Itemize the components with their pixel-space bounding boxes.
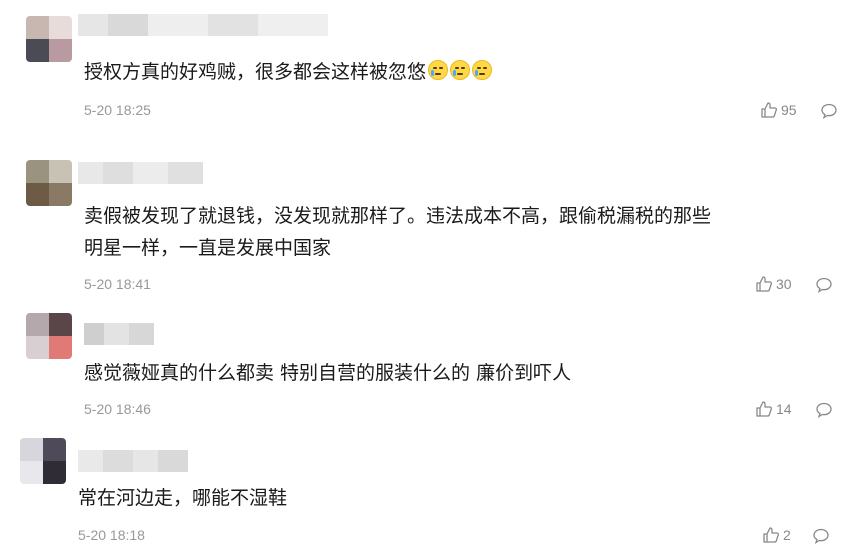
comment-timestamp: 5-20 18:25 [84,102,151,118]
thumbs-up-icon [756,401,773,417]
comment-text: 卖假被发现了就退钱，没发现就那样了。违法成本不高，跟偷税漏税的那些 明星一样，一… [84,200,711,264]
comment-text-content: 授权方真的好鸡贼，很多都会这样被忽悠 [84,61,427,83]
comment-item: 感觉薇娅真的什么都卖 特别自营的服装什么的 廉价到吓人 5-20 18:46 1… [0,305,846,430]
like-button[interactable]: 2 [762,526,791,544]
comment-item: 卖假被发现了就退钱，没发现就那样了。违法成本不高，跟偷税漏税的那些 明星一样，一… [0,150,846,305]
like-count: 14 [776,401,792,417]
username-blurred[interactable] [78,14,328,36]
comment-bubble-icon[interactable] [815,276,833,294]
thumbs-up-icon [761,102,778,118]
avatar[interactable] [26,16,72,62]
like-button[interactable]: 95 [760,101,797,119]
like-count: 30 [776,276,792,292]
crying-face-icon [428,60,449,80]
comment-text: 感觉薇娅真的什么都卖 特别自营的服装什么的 廉价到吓人 [84,357,571,389]
comment-text-line: 卖假被发现了就退钱，没发现就那样了。违法成本不高，跟偷税漏税的那些 [84,205,712,227]
thumbs-up-icon [756,276,773,292]
comment-text-line: 明星一样，一直是发展中国家 [84,237,332,259]
crying-face-icon [450,60,471,80]
avatar[interactable] [20,438,66,484]
comment-bubble-icon[interactable] [820,102,838,120]
like-button[interactable]: 14 [755,400,792,418]
comment-text: 常在河边走，哪能不湿鞋 [78,482,287,514]
crying-face-icon [472,60,493,80]
comment-timestamp: 5-20 18:41 [84,276,151,292]
comment-list: { "comments": [ { "text": "授权方真的好鸡贼，很多都会… [0,0,846,559]
comment-text-content: 常在河边走，哪能不湿鞋 [78,487,288,509]
comment-timestamp: 5-20 18:46 [84,401,151,417]
thumbs-up-icon [763,527,780,543]
like-count: 95 [781,102,797,118]
comment-item: 常在河边走，哪能不湿鞋 5-20 18:18 2 [0,430,846,559]
comment-timestamp: 5-20 18:18 [78,527,145,543]
username-blurred[interactable] [78,450,188,472]
comment-text-content: 感觉薇娅真的什么都卖 特别自营的服装什么的 廉价到吓人 [84,362,572,384]
like-button[interactable]: 30 [755,275,792,293]
comment-bubble-icon[interactable] [812,527,830,545]
comment-bubble-icon[interactable] [815,401,833,419]
comment-item: 授权方真的好鸡贼，很多都会这样被忽悠 5-20 18:25 95 [0,0,846,150]
username-blurred[interactable] [84,323,154,345]
avatar[interactable] [26,160,72,206]
like-count: 2 [783,527,791,543]
username-blurred[interactable] [78,162,203,184]
avatar[interactable] [26,313,72,359]
comment-text: 授权方真的好鸡贼，很多都会这样被忽悠 [84,56,493,88]
